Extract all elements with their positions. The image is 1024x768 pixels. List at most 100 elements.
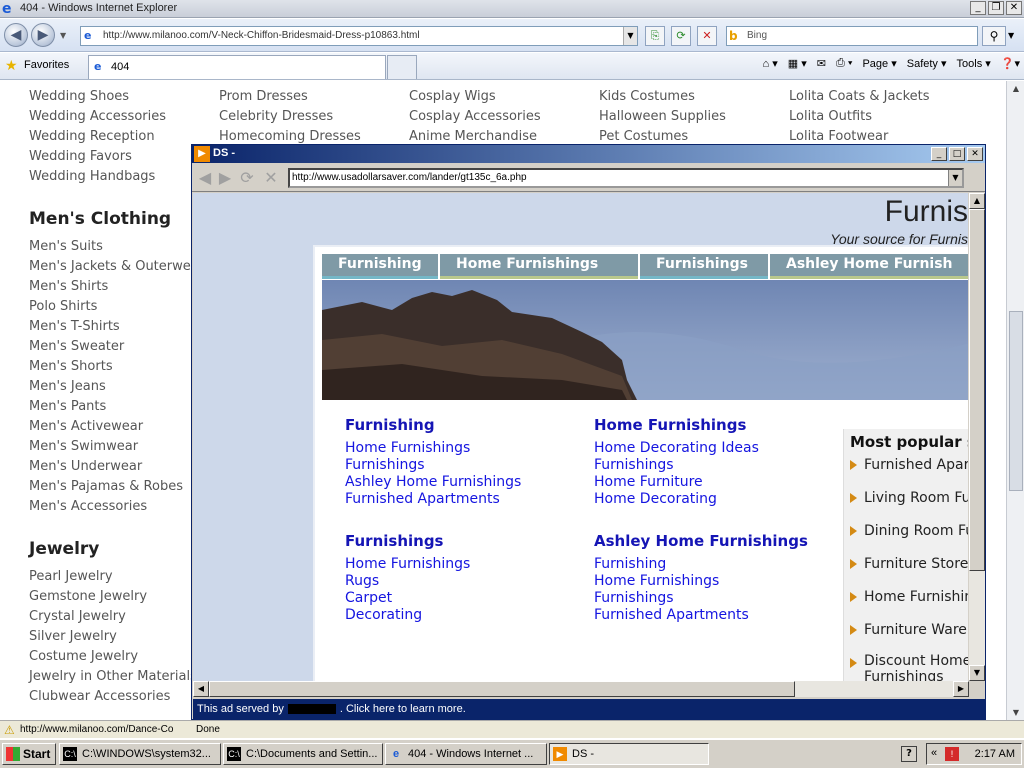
ad-served-bar[interactable]: This ad served by . Click here to learn m… bbox=[193, 699, 986, 719]
popup-forward-icon[interactable]: ▶ bbox=[214, 167, 236, 189]
print-icon[interactable]: ⎙ ▾ bbox=[836, 57, 852, 70]
tools-menu[interactable]: Tools ▾ bbox=[957, 57, 991, 70]
search-button[interactable]: ⚲ bbox=[982, 26, 1006, 46]
read-mail-icon[interactable]: ✉ bbox=[817, 57, 826, 70]
compatibility-view-icon[interactable]: ⎘ bbox=[645, 26, 665, 46]
popup-stop-icon[interactable]: ✕ bbox=[260, 167, 282, 189]
ie-address-bar[interactable]: e http://www.milanoo.com/V-Neck-Chiffon-… bbox=[80, 26, 638, 46]
list-item[interactable]: Men's Shorts bbox=[29, 357, 204, 377]
ad-link[interactable]: Home Decorating Ideas bbox=[594, 440, 759, 457]
nav-tab-furnishings[interactable]: Furnishings bbox=[640, 254, 770, 279]
ad-link[interactable]: Carpet bbox=[345, 590, 470, 607]
nav-tab-ashley[interactable]: Ashley Home Furnish bbox=[770, 254, 968, 279]
list-item[interactable]: Crystal Jewelry bbox=[29, 607, 204, 627]
popular-item[interactable]: Dining Room Fu bbox=[844, 521, 968, 554]
favorites-button[interactable]: Favorites bbox=[24, 59, 69, 71]
ad-link[interactable]: Furnishings bbox=[594, 590, 808, 607]
history-dropdown-icon[interactable]: ▼ bbox=[60, 31, 66, 40]
popup-address-bar[interactable]: http://www.usadollarsaver.com/lander/gt1… bbox=[288, 168, 964, 188]
taskbar-item-cmd-2[interactable]: C:\ C:\Documents and Settin... bbox=[223, 743, 383, 765]
popup-scroll-thumb[interactable] bbox=[969, 209, 985, 571]
ad-link[interactable]: Home Furnishings bbox=[345, 440, 521, 457]
taskbar-item-cmd[interactable]: C:\ C:\WINDOWS\system32... bbox=[59, 743, 221, 765]
taskbar-item-ds[interactable]: ▶ DS - bbox=[549, 743, 709, 765]
popup-refresh-icon[interactable]: ⟳ bbox=[236, 167, 258, 189]
scroll-down-icon[interactable]: ▼ bbox=[1008, 705, 1024, 721]
ie-close-button[interactable]: ✕ bbox=[1006, 1, 1022, 15]
ad-link[interactable]: Furnishings bbox=[345, 457, 521, 474]
ad-link[interactable]: Furnishings bbox=[594, 457, 759, 474]
help-question-icon[interactable]: ? bbox=[901, 746, 917, 762]
list-item[interactable]: Men's Jackets & Outerwear bbox=[29, 257, 204, 277]
home-icon[interactable]: ⌂ ▾ bbox=[763, 57, 778, 70]
popup-scroll-left-icon[interactable]: ◀ bbox=[193, 681, 209, 697]
popup-scroll-up-icon[interactable]: ▲ bbox=[969, 193, 985, 209]
list-item[interactable]: Men's Shirts bbox=[29, 277, 204, 297]
popular-item[interactable]: Furniture Ware bbox=[844, 620, 968, 653]
list-item[interactable]: Men's Jeans bbox=[29, 377, 204, 397]
list-item[interactable]: Kids Costumes bbox=[599, 87, 726, 107]
list-item[interactable]: Cosplay Wigs bbox=[409, 87, 541, 107]
list-item[interactable]: Gemstone Jewelry bbox=[29, 587, 204, 607]
feeds-icon[interactable]: ▦ ▾ bbox=[788, 57, 807, 70]
ad-link[interactable]: Decorating bbox=[345, 607, 470, 624]
safety-menu[interactable]: Safety ▾ bbox=[907, 57, 947, 70]
address-dropdown-icon[interactable]: ▼ bbox=[623, 27, 637, 45]
nav-tab-home-furnishings[interactable]: Home Furnishings bbox=[440, 254, 640, 279]
list-item[interactable]: Men's Accessories bbox=[29, 497, 204, 517]
favorites-star-icon[interactable]: ★ bbox=[5, 58, 18, 74]
ad-link[interactable]: Home Furnishings bbox=[594, 573, 808, 590]
ad-link[interactable]: Rugs bbox=[345, 573, 470, 590]
nav-tab-furnishing[interactable]: Furnishing bbox=[322, 254, 440, 279]
popup-maximize-button[interactable]: □ bbox=[949, 147, 965, 161]
column-heading[interactable]: Furnishing bbox=[345, 417, 521, 434]
ie-minimize-button[interactable]: _ bbox=[970, 1, 986, 15]
scroll-thumb[interactable] bbox=[1009, 311, 1023, 491]
popular-item[interactable]: Home Furnishin bbox=[844, 587, 968, 620]
list-item[interactable]: Men's Suits bbox=[29, 237, 204, 257]
popup-vertical-scrollbar[interactable]: ▲ ▼ bbox=[969, 193, 985, 681]
column-heading[interactable]: Ashley Home Furnishings bbox=[594, 533, 808, 550]
list-item[interactable]: Prom Dresses bbox=[219, 87, 361, 107]
list-item[interactable]: Wedding Handbags bbox=[29, 167, 204, 187]
list-item[interactable]: Pearl Jewelry bbox=[29, 567, 204, 587]
start-button[interactable]: Start bbox=[2, 743, 56, 765]
taskbar-item-ie[interactable]: e 404 - Windows Internet ... bbox=[385, 743, 547, 765]
stop-icon[interactable]: ✕ bbox=[697, 26, 717, 46]
ad-link[interactable]: Home Decorating bbox=[594, 491, 759, 508]
ad-link[interactable]: Furnished Apartments bbox=[594, 607, 808, 624]
popup-horizontal-scrollbar[interactable]: ◀ ▶ bbox=[193, 681, 969, 697]
new-tab-button[interactable] bbox=[387, 55, 417, 79]
list-item[interactable]: Men's Swimwear bbox=[29, 437, 204, 457]
page-menu[interactable]: Page ▾ bbox=[862, 57, 896, 70]
page-vertical-scrollbar[interactable]: ▲ ▼ bbox=[1006, 81, 1024, 721]
popup-close-button[interactable]: ✕ bbox=[967, 147, 983, 161]
popup-scroll-right-icon[interactable]: ▶ bbox=[953, 681, 969, 697]
list-item[interactable]: Silver Jewelry bbox=[29, 627, 204, 647]
search-dropdown-icon[interactable]: ▼ bbox=[1008, 31, 1014, 40]
ad-learn-more-link[interactable]: . Click here to learn more. bbox=[340, 703, 466, 715]
popular-item[interactable]: Discount Home Furnishings bbox=[844, 653, 968, 681]
list-item[interactable]: Cosplay Accessories bbox=[409, 107, 541, 127]
security-shield-icon[interactable]: ! bbox=[945, 747, 959, 761]
ad-link[interactable]: Furnished Apartments bbox=[345, 491, 521, 508]
list-item[interactable]: Halloween Supplies bbox=[599, 107, 726, 127]
column-heading[interactable]: Furnishings bbox=[345, 533, 470, 550]
ad-link[interactable]: Ashley Home Furnishings bbox=[345, 474, 521, 491]
forward-button[interactable]: ▶ bbox=[31, 23, 55, 47]
list-item[interactable]: Men's T-Shirts bbox=[29, 317, 204, 337]
popup-scroll-down-icon[interactable]: ▼ bbox=[969, 665, 985, 681]
popup-hscroll-thumb[interactable] bbox=[209, 681, 795, 697]
list-item[interactable]: Jewelry in Other Materials bbox=[29, 667, 204, 687]
list-item[interactable]: Men's Sweater bbox=[29, 337, 204, 357]
tab-404[interactable]: e 404 bbox=[88, 55, 386, 79]
popular-item[interactable]: Furniture Store bbox=[844, 554, 968, 587]
ie-restore-button[interactable]: ❐ bbox=[988, 1, 1004, 15]
column-heading[interactable]: Home Furnishings bbox=[594, 417, 759, 434]
search-input[interactable]: b Bing bbox=[726, 26, 978, 46]
back-button[interactable]: ◀ bbox=[4, 23, 28, 47]
refresh-icon[interactable]: ⟳ bbox=[671, 26, 691, 46]
list-item[interactable]: Costume Jewelry bbox=[29, 647, 204, 667]
popup-minimize-button[interactable]: _ bbox=[931, 147, 947, 161]
list-item[interactable]: Men's Pants bbox=[29, 397, 204, 417]
